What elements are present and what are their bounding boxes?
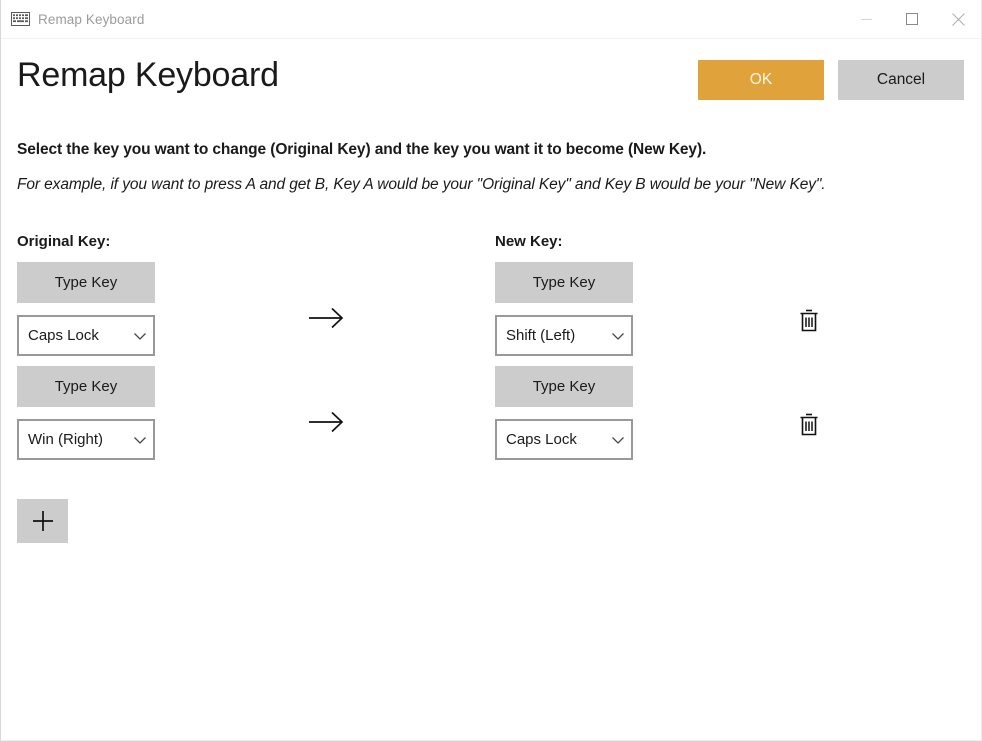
remap-table: Original Key: New Key: Type Key Caps Loc… xyxy=(17,233,965,543)
close-icon xyxy=(951,12,965,26)
add-remap-button[interactable] xyxy=(17,499,68,543)
action-buttons: OK Cancel xyxy=(698,60,964,100)
keyboard-icon xyxy=(11,12,30,26)
arrow-right-icon xyxy=(309,307,349,329)
original-key-dropdown[interactable]: Caps Lock xyxy=(17,315,155,356)
type-key-button-new[interactable]: Type Key xyxy=(495,366,633,407)
new-key-dropdown[interactable]: Caps Lock xyxy=(495,419,633,460)
header-row: Remap Keyboard OK Cancel xyxy=(17,53,965,100)
table-row: Type Key Win (Right) Type Key Caps Lock xyxy=(17,366,965,460)
table-row: Type Key Caps Lock Type Key Shift (Left) xyxy=(17,262,965,356)
cancel-button[interactable]: Cancel xyxy=(838,60,964,100)
chevron-down-icon xyxy=(609,327,627,345)
type-key-button-new[interactable]: Type Key xyxy=(495,262,633,303)
chevron-down-icon xyxy=(131,431,149,449)
column-header-new-key: New Key: xyxy=(495,233,563,250)
chevron-down-icon xyxy=(131,327,149,345)
original-key-value: Win (Right) xyxy=(28,431,104,448)
delete-row-button[interactable] xyxy=(786,303,832,339)
description-example: For example, if you want to press A and … xyxy=(17,176,826,193)
column-header-original-key: Original Key: xyxy=(17,233,111,250)
column-headers: Original Key: New Key: xyxy=(17,233,965,250)
new-key-value: Caps Lock xyxy=(506,431,577,448)
title-bar-left: Remap Keyboard xyxy=(1,12,843,27)
delete-icon xyxy=(798,308,820,334)
new-key-cell: Type Key Shift (Left) xyxy=(495,262,973,356)
minimize-button[interactable] xyxy=(843,0,889,38)
new-key-dropdown[interactable]: Shift (Left) xyxy=(495,315,633,356)
original-key-value: Caps Lock xyxy=(28,327,99,344)
window-title: Remap Keyboard xyxy=(38,11,145,27)
original-key-cell: Type Key Win (Right) xyxy=(17,366,495,460)
original-key-cell: Type Key Caps Lock xyxy=(17,262,495,356)
dialog-content: Remap Keyboard OK Cancel Select the key … xyxy=(1,39,981,740)
original-key-dropdown[interactable]: Win (Right) xyxy=(17,419,155,460)
close-button[interactable] xyxy=(935,0,981,38)
delete-row-button[interactable] xyxy=(786,407,832,443)
page-title: Remap Keyboard xyxy=(17,56,279,94)
new-key-cell: Type Key Caps Lock xyxy=(495,366,973,460)
add-icon xyxy=(31,509,55,533)
title-bar: Remap Keyboard xyxy=(1,0,981,39)
maximize-icon xyxy=(906,13,918,25)
arrow-right-icon xyxy=(309,411,349,433)
minimize-icon xyxy=(860,14,872,25)
chevron-down-icon xyxy=(609,431,627,449)
description-primary: Select the key you want to change (Origi… xyxy=(17,141,707,158)
window-controls xyxy=(843,0,981,38)
new-key-value: Shift (Left) xyxy=(506,327,576,344)
remap-keyboard-window: Remap Keyboard Remap Keyboard OK Cancel … xyxy=(0,0,982,741)
maximize-button[interactable] xyxy=(889,0,935,38)
type-key-button-original[interactable]: Type Key xyxy=(17,262,155,303)
delete-icon xyxy=(798,412,820,438)
type-key-button-original[interactable]: Type Key xyxy=(17,366,155,407)
ok-button[interactable]: OK xyxy=(698,60,824,100)
